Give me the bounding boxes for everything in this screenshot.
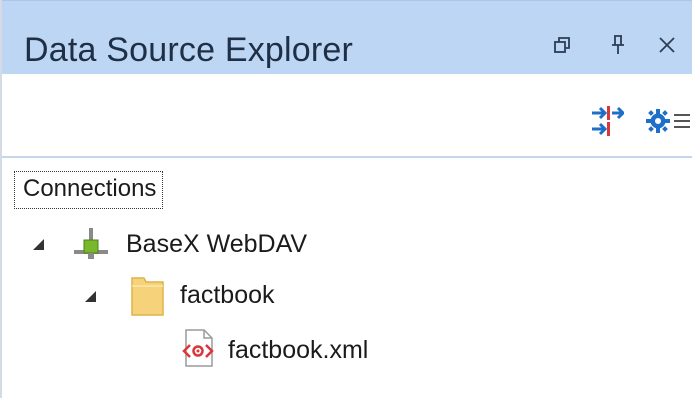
panel-title-bar[interactable]: Data Source Explorer	[2, 0, 692, 74]
network-connection-icon	[74, 228, 108, 259]
settings-button[interactable]	[644, 104, 692, 138]
configure-connections-icon	[592, 106, 624, 136]
close-button[interactable]	[653, 31, 681, 59]
tree-node-label: BaseX WebDAV	[126, 230, 308, 258]
restore-window-icon	[554, 37, 570, 53]
pin-button[interactable]	[604, 31, 632, 59]
xml-file-icon	[182, 329, 214, 367]
settings-icon	[646, 109, 690, 133]
connections-root-label[interactable]: Connections	[14, 171, 164, 209]
tree-node-factbook-folder[interactable]: factbook	[72, 272, 472, 316]
data-source-explorer-panel: Data Source Explorer Connections BaseX W…	[0, 0, 692, 398]
restore-window-button[interactable]	[548, 31, 576, 59]
folder-icon	[131, 277, 164, 316]
panel-title: Data Source Explorer	[24, 31, 354, 69]
panel-toolbar	[2, 74, 692, 158]
tree-node-label: factbook	[180, 281, 275, 309]
expanded-triangle-icon[interactable]	[30, 236, 46, 252]
tree-node-factbook-xml[interactable]: factbook.xml	[178, 326, 578, 370]
configure-connections-button[interactable]	[590, 104, 624, 138]
close-icon	[659, 37, 675, 53]
expanded-triangle-icon[interactable]	[82, 288, 98, 304]
pin-icon	[612, 35, 624, 54]
tree-node-basex-webdav[interactable]: BaseX WebDAV	[22, 222, 422, 266]
tree-node-label: factbook.xml	[228, 336, 369, 364]
connections-tree: Connections BaseX WebDAV factbook factbo…	[2, 158, 692, 398]
